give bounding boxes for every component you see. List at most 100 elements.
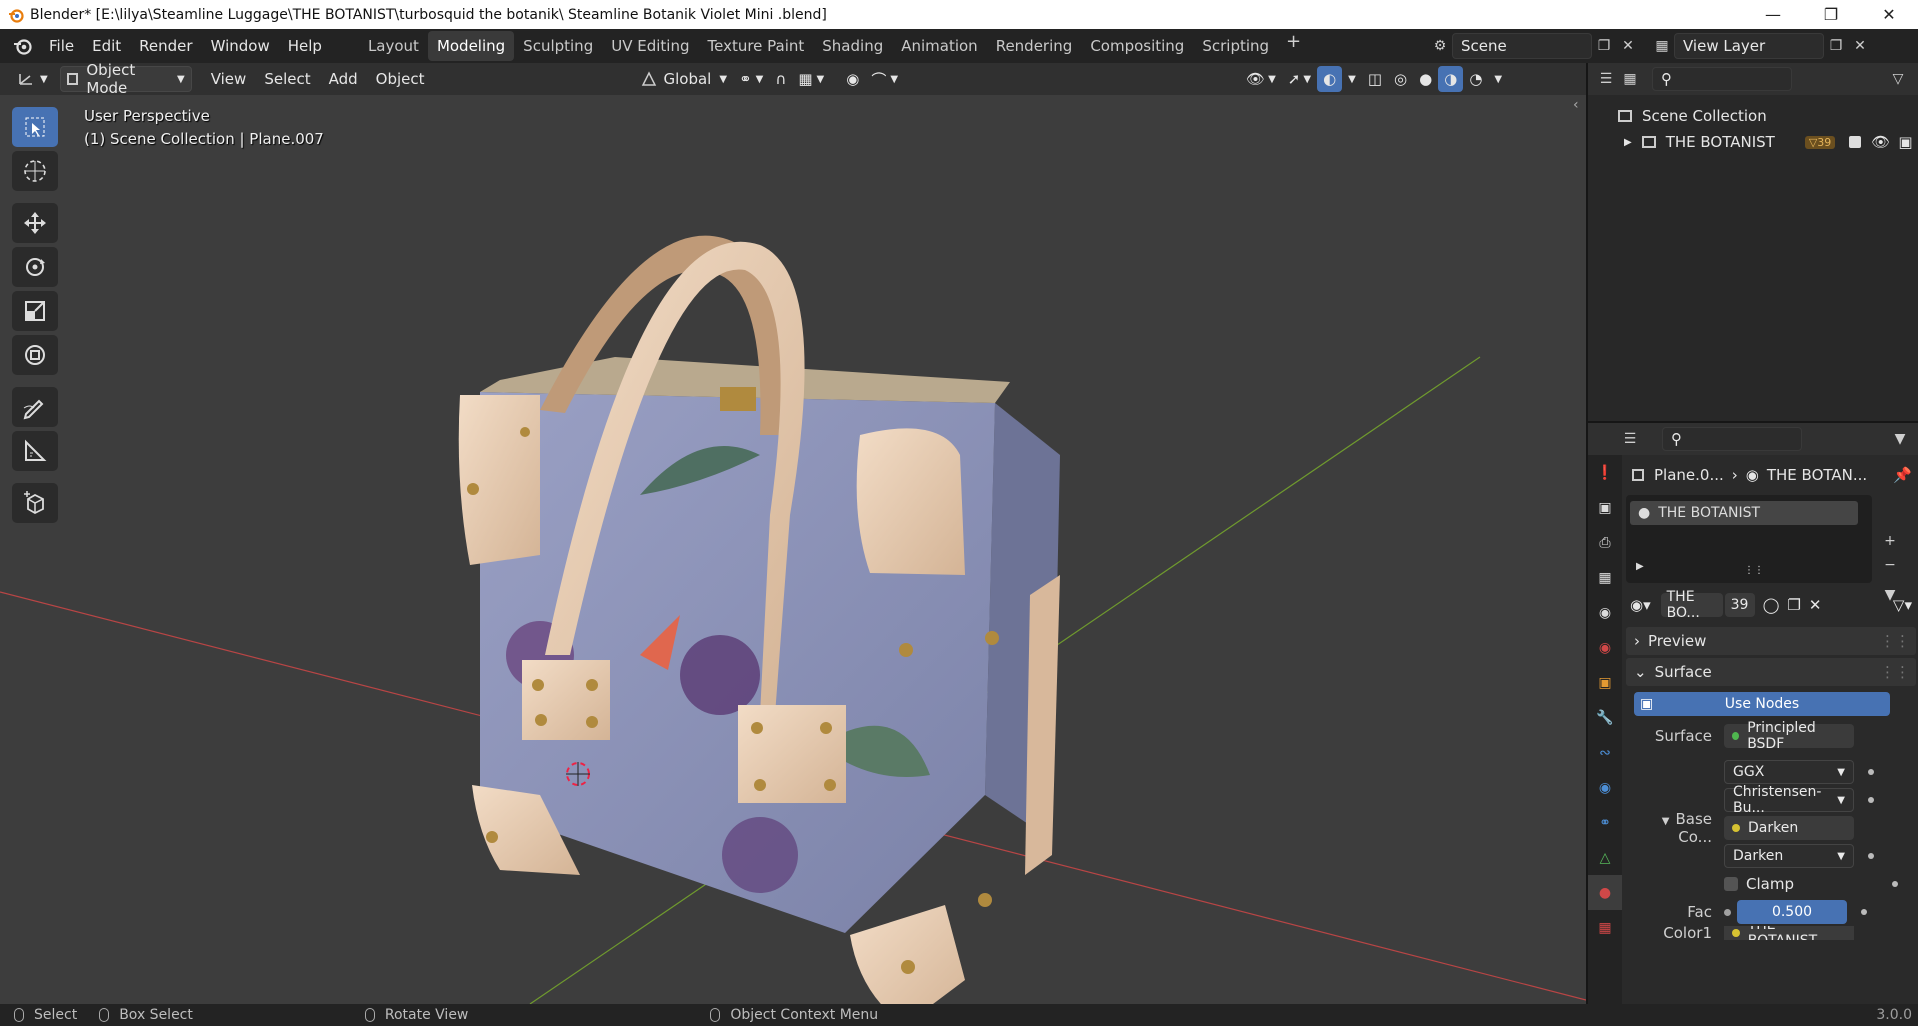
texture-tab-icon[interactable]: ▦: [1588, 910, 1622, 945]
world-tab-icon[interactable]: ◉: [1588, 630, 1622, 665]
delete-view-layer-icon[interactable]: ✕: [1848, 34, 1872, 58]
add-cube-tool[interactable]: [12, 483, 58, 523]
tab-animation[interactable]: Animation: [892, 31, 986, 61]
exclude-checkbox[interactable]: [1849, 136, 1862, 148]
tab-rendering[interactable]: Rendering: [987, 31, 1082, 61]
shading-options-dropdown[interactable]: ▼: [1488, 66, 1508, 92]
particles-tab-icon[interactable]: ∾: [1588, 735, 1622, 770]
output-tab-icon[interactable]: ⎙: [1588, 525, 1622, 560]
keyframe-dot[interactable]: [1891, 881, 1898, 887]
menu-object[interactable]: Object: [367, 70, 434, 88]
xray-toggle[interactable]: ◫: [1362, 66, 1388, 92]
bag-model[interactable]: [458, 235, 1060, 1004]
editor-type-dropdown[interactable]: ▼: [10, 66, 54, 92]
outliner-search-input[interactable]: ⚲: [1652, 67, 1792, 91]
new-scene-icon[interactable]: ❐: [1592, 34, 1616, 58]
object-mode-dropdown[interactable]: Object Mode ▼: [59, 61, 192, 97]
rotate-tool[interactable]: [12, 247, 58, 287]
scale-tool[interactable]: [12, 291, 58, 331]
filter-icon[interactable]: ▽: [1886, 67, 1910, 91]
base-color-label[interactable]: ▼ Base Co...: [1626, 810, 1724, 846]
fac-slider[interactable]: 0.500: [1737, 900, 1847, 924]
menu-add[interactable]: Add: [320, 70, 367, 88]
menu-select[interactable]: Select: [255, 70, 319, 88]
material-slot-item[interactable]: ● THE BOTANIST: [1630, 501, 1858, 525]
overlays-dropdown[interactable]: ▼: [1342, 66, 1362, 92]
duplicate-material-icon[interactable]: ❐: [1787, 596, 1800, 614]
browse-material-icon[interactable]: ◉▾: [1630, 596, 1651, 614]
tab-layout[interactable]: Layout: [359, 31, 428, 61]
tab-texture-paint[interactable]: Texture Paint: [698, 31, 813, 61]
properties-search-input[interactable]: ⚲: [1662, 427, 1802, 451]
slot-specials-button[interactable]: ▼: [1878, 583, 1902, 607]
view-layer-tab-icon[interactable]: ▦: [1588, 560, 1622, 595]
list-resize-handle[interactable]: ⋮⋮: [1744, 565, 1764, 576]
view-layer-icon[interactable]: ▦: [1650, 34, 1674, 58]
surface-panel-header[interactable]: ⌄ Surface ⋮⋮: [1626, 658, 1916, 686]
expand-list-icon[interactable]: ▶: [1636, 561, 1644, 572]
gizmo-toggle[interactable]: ➚ ▼: [1282, 66, 1317, 92]
pin-icon[interactable]: 📌: [1893, 466, 1912, 484]
tab-scripting[interactable]: Scripting: [1193, 31, 1278, 61]
menu-window[interactable]: Window: [202, 37, 279, 55]
minimize-button[interactable]: —: [1744, 0, 1802, 29]
modifier-tab-icon[interactable]: 🔧: [1588, 700, 1622, 735]
tab-shading[interactable]: Shading: [813, 31, 892, 61]
cursor-tool[interactable]: [12, 151, 58, 191]
tab-sculpting[interactable]: Sculpting: [514, 31, 602, 61]
snap-toggle[interactable]: ∩: [769, 66, 792, 92]
expand-arrow-icon[interactable]: ▶: [1624, 137, 1632, 148]
delete-scene-icon[interactable]: ✕: [1616, 34, 1640, 58]
falloff-dropdown[interactable]: ⌒ ▼: [865, 66, 904, 92]
menu-edit[interactable]: Edit: [83, 37, 130, 55]
tool-tab-icon[interactable]: ❗: [1588, 455, 1622, 490]
material-users-count[interactable]: 39: [1724, 593, 1755, 617]
drag-handle-icon[interactable]: ⋮⋮: [1880, 663, 1910, 681]
tab-compositing[interactable]: Compositing: [1081, 31, 1193, 61]
drag-handle-icon[interactable]: ⋮⋮: [1880, 632, 1910, 650]
color1-link-field[interactable]: THE BOTANIST: [1724, 926, 1854, 940]
measure-tool[interactable]: [12, 431, 58, 471]
object-tab-icon[interactable]: ▣: [1588, 665, 1622, 700]
scene-icon[interactable]: ⚙: [1428, 34, 1452, 58]
tab-uv-editing[interactable]: UV Editing: [602, 31, 698, 61]
snap-target-dropdown[interactable]: ▦ ▼: [792, 66, 830, 92]
use-nodes-button[interactable]: ▣ Use Nodes: [1634, 692, 1890, 716]
fake-user-shield-icon[interactable]: ◯: [1763, 596, 1780, 614]
transform-orientation-dropdown[interactable]: Global ▼: [634, 66, 734, 92]
menu-help[interactable]: Help: [279, 37, 331, 55]
move-tool[interactable]: [12, 203, 58, 243]
blend-mode-dropdown[interactable]: Darken ▼: [1724, 844, 1854, 868]
constraints-tab-icon[interactable]: ⚭: [1588, 805, 1622, 840]
visibility-eye-icon[interactable]: 👁: [1871, 133, 1890, 151]
properties-options-icon[interactable]: ▼: [1888, 427, 1912, 451]
proportional-edit-toggle[interactable]: ◉: [840, 66, 865, 92]
scene-tab-icon[interactable]: ◉: [1588, 595, 1622, 630]
new-view-layer-icon[interactable]: ❐: [1824, 34, 1848, 58]
outliner-collection-row[interactable]: ▶ THE BOTANIST ▽39 👁 ▣: [1588, 129, 1918, 155]
solid-shading-button[interactable]: ●: [1413, 66, 1438, 92]
remove-slot-button[interactable]: −: [1878, 553, 1902, 577]
scene-collection-row[interactable]: Scene Collection: [1588, 103, 1918, 129]
wireframe-shading-button[interactable]: ◎: [1388, 66, 1413, 92]
keyframe-dot[interactable]: [1861, 909, 1867, 915]
outliner-editor-icon[interactable]: ☰: [1594, 67, 1618, 91]
properties-editor-icon[interactable]: ☰: [1618, 427, 1642, 451]
base-color-link-field[interactable]: Darken: [1724, 816, 1854, 840]
preview-panel-header[interactable]: › Preview ⋮⋮: [1626, 627, 1916, 655]
keyframe-dot[interactable]: [1868, 797, 1874, 803]
3d-viewport[interactable]: User Perspective (1) Scene Collection | …: [0, 95, 1586, 1004]
menu-view[interactable]: View: [202, 70, 256, 88]
keyframe-dot[interactable]: [1868, 853, 1874, 859]
pivot-point-dropdown[interactable]: ⚭ ▼: [733, 66, 769, 92]
subsurface-method-dropdown[interactable]: Christensen-Bu... ▼: [1724, 784, 1854, 816]
distribution-dropdown[interactable]: GGX ▼: [1724, 760, 1854, 784]
fac-socket-dot[interactable]: [1724, 908, 1731, 916]
close-window-button[interactable]: ✕: [1860, 0, 1918, 29]
clamp-checkbox[interactable]: [1724, 877, 1738, 891]
render-camera-icon[interactable]: ▣: [1898, 133, 1912, 151]
blender-menu-icon[interactable]: [12, 35, 34, 57]
material-preview-button[interactable]: ◑: [1438, 66, 1464, 92]
add-workspace-button[interactable]: +: [1278, 31, 1309, 61]
visibility-dropdown[interactable]: 👁 ▼: [1240, 66, 1282, 92]
